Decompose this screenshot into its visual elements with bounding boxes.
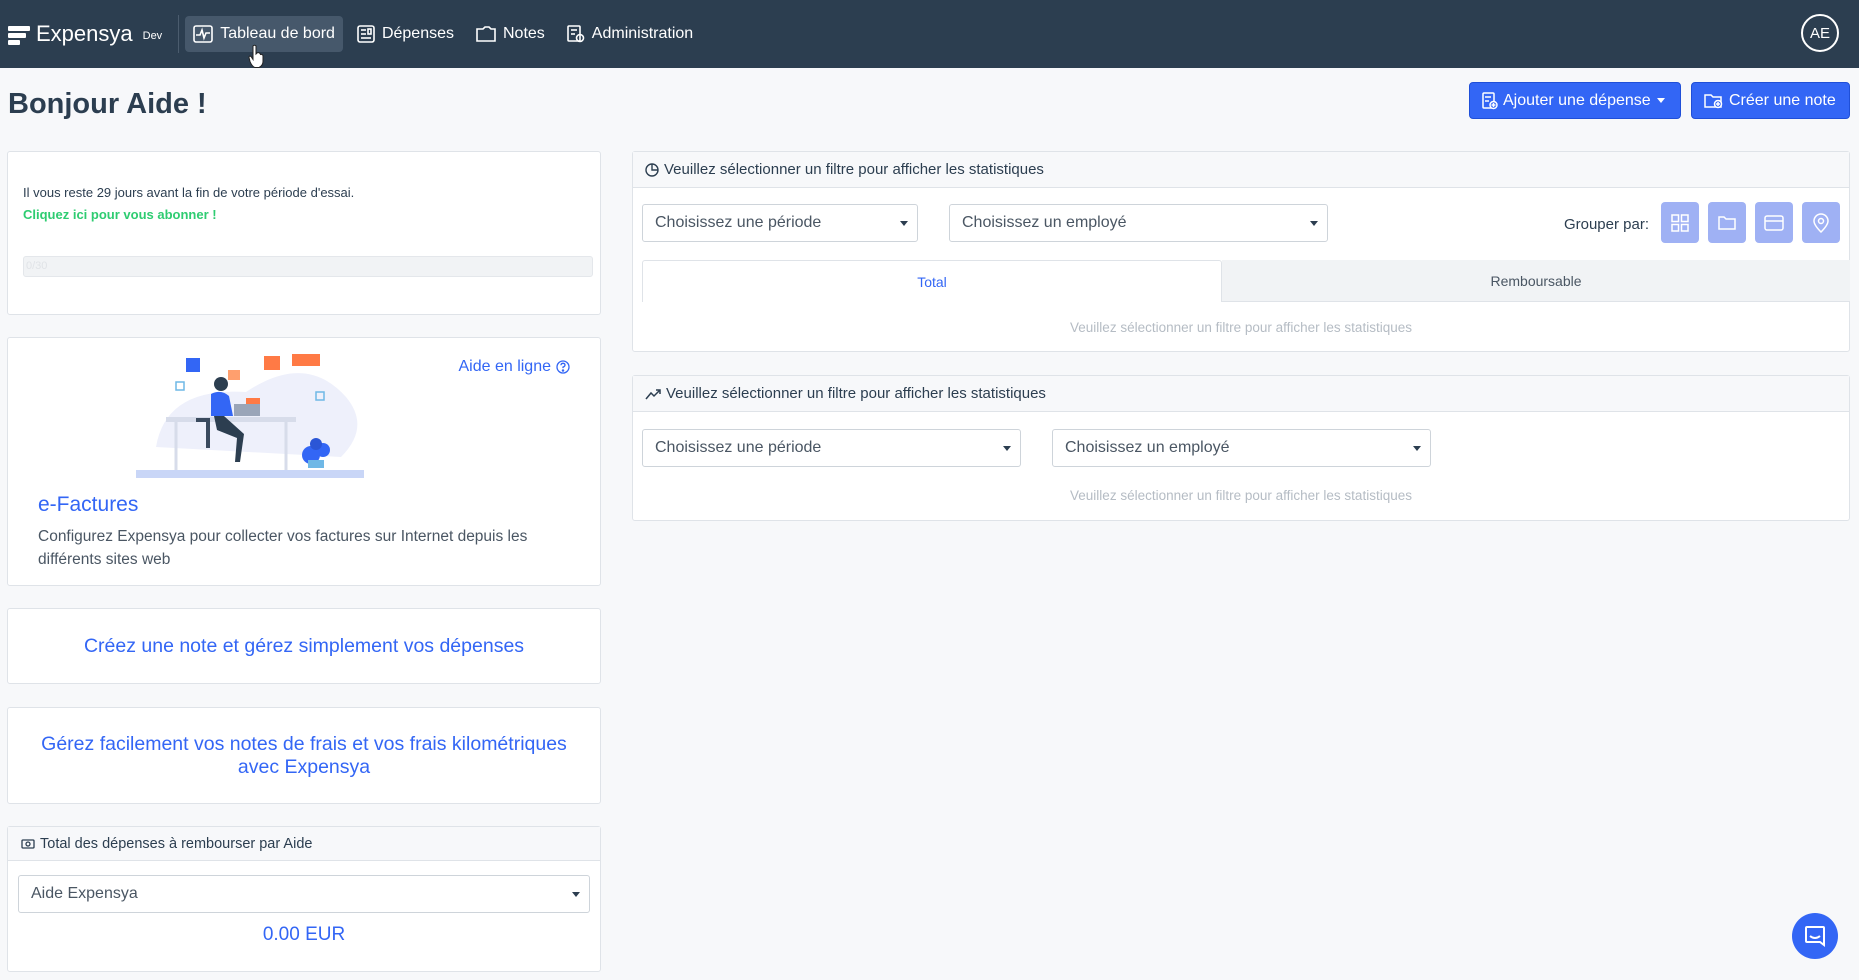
employee-placeholder: Choisissez un employé — [1065, 439, 1230, 456]
create-note-promo-text: Créez une note et gérez simplement vos d… — [83, 634, 525, 657]
group-by-location-button[interactable] — [1802, 202, 1840, 243]
hand-cursor-icon — [248, 44, 264, 68]
folder-icon — [1718, 215, 1736, 230]
chevron-down-icon — [1310, 221, 1318, 226]
nav-item-label: Tableau de bord — [220, 25, 335, 42]
stats-panel-title: Veuillez sélectionner un filtre pour aff… — [664, 161, 1044, 178]
trial-progress-bar: 0/30 — [23, 256, 593, 277]
period-select[interactable]: Choisissez une période — [642, 204, 918, 242]
efactures-description: Configurez Expensya pour collecter vos f… — [38, 528, 528, 568]
tab-reimbursable-label: Remboursable — [1490, 272, 1582, 289]
chevron-down-icon — [1003, 446, 1011, 451]
group-by-payment-button[interactable] — [1755, 202, 1793, 243]
create-note-button[interactable]: Créer une note — [1691, 82, 1850, 119]
reimburse-card: Total des dépenses à rembourser par Aide… — [7, 826, 601, 972]
expensya-logo-icon — [8, 23, 30, 45]
expensya-promo[interactable]: Gérez facilement vos notes de frais et v… — [7, 707, 601, 804]
admin-icon — [566, 25, 585, 43]
stats-panel-trend: Veuillez sélectionner un filtre pour aff… — [632, 375, 1850, 521]
folder-icon — [476, 26, 496, 42]
chevron-down-icon — [900, 221, 908, 226]
stats-panel-categories: Veuillez sélectionner un filtre pour aff… — [632, 151, 1850, 352]
create-note-promo[interactable]: Créez une note et gérez simplement vos d… — [7, 608, 601, 684]
question-circle-icon — [556, 360, 570, 374]
add-expense-label: Ajouter une dépense — [1503, 91, 1651, 109]
reimburse-card-header: Total des dépenses à rembourser par Aide — [8, 827, 600, 861]
tab-total-label: Total — [917, 273, 947, 290]
page-title: Bonjour Aide ! — [8, 88, 207, 120]
env-badge: Dev — [142, 30, 163, 42]
add-folder-icon — [1704, 93, 1723, 108]
chevron-down-icon — [1656, 98, 1665, 103]
grid-icon — [1671, 213, 1689, 232]
map-pin-icon — [1813, 212, 1829, 233]
nav-item-expenses[interactable]: Dépenses — [349, 16, 462, 52]
create-note-label: Créer une note — [1729, 91, 1836, 109]
add-receipt-icon — [1482, 91, 1498, 109]
period-placeholder: Choisissez une période — [655, 439, 822, 456]
stats-panel-header: Veuillez sélectionner un filtre pour aff… — [633, 152, 1849, 188]
stats-panel-header: Veuillez sélectionner un filtre pour aff… — [633, 376, 1849, 412]
stats-panel-title: Veuillez sélectionner un filtre pour aff… — [666, 385, 1046, 402]
top-navbar: Expensya Dev Tableau de bord Dépenses No… — [0, 0, 1859, 68]
nav-item-dashboard[interactable]: Tableau de bord — [185, 16, 343, 52]
user-avatar[interactable]: AE — [1801, 14, 1839, 52]
efactures-illustration-icon — [136, 354, 364, 478]
employee-placeholder: Choisissez un employé — [962, 214, 1127, 231]
trial-card: Il vous reste 29 jours avant la fin de v… — [7, 151, 601, 315]
pie-chart-icon — [645, 162, 659, 177]
trending-up-icon — [645, 388, 661, 399]
money-icon — [21, 838, 35, 849]
chat-support-button[interactable] — [1792, 913, 1838, 959]
group-by-category-button[interactable] — [1661, 202, 1699, 243]
nav-divider — [178, 15, 180, 53]
reimburse-card-title: Total des dépenses à rembourser par Aide — [40, 835, 313, 852]
online-help-label: Aide en ligne — [458, 358, 551, 375]
period-select[interactable]: Choisissez une période — [642, 429, 1021, 467]
reimburse-amount: 0.00 EUR — [262, 924, 346, 945]
trial-text: Il vous reste 29 jours avant la fin de v… — [23, 185, 355, 200]
efactures-card: Aide en ligne e-Factures Configurez Expe… — [7, 337, 601, 586]
efactures-title[interactable]: e-Factures — [38, 493, 138, 517]
chevron-down-icon — [1413, 446, 1421, 451]
receipt-icon — [357, 25, 375, 43]
dashboard-icon — [193, 25, 213, 43]
nav-item-label: Administration — [591, 25, 694, 42]
reimburse-user-select[interactable]: Aide Expensya — [18, 875, 590, 913]
employee-select[interactable]: Choisissez un employé — [1052, 429, 1431, 467]
credit-card-icon — [1764, 214, 1784, 231]
stats-empty-message: Veuillez sélectionner un filtre pour aff… — [1070, 320, 1412, 335]
tab-total[interactable]: Total — [642, 260, 1222, 302]
chat-icon — [1805, 926, 1825, 947]
reimburse-user-value: Aide Expensya — [31, 885, 138, 902]
employee-select[interactable]: Choisissez un employé — [949, 204, 1328, 242]
subscribe-link[interactable]: Cliquez ici pour vous abonner ! — [23, 207, 217, 222]
stats-empty-message: Veuillez sélectionner un filtre pour aff… — [1070, 488, 1412, 503]
nav-item-label: Dépenses — [381, 25, 454, 42]
brand-name: Expensya — [36, 21, 133, 46]
nav-item-label: Notes — [503, 25, 545, 42]
expensya-promo-text: Gérez facilement vos notes de frais et v… — [41, 732, 567, 778]
chevron-down-icon — [572, 892, 580, 897]
group-by-label: Grouper par: — [1563, 216, 1649, 233]
period-placeholder: Choisissez une période — [655, 214, 822, 231]
nav-item-administration[interactable]: Administration — [559, 16, 701, 52]
online-help-link[interactable]: Aide en ligne — [458, 358, 570, 376]
nav-item-notes[interactable]: Notes — [468, 16, 553, 52]
brand[interactable]: Expensya Dev — [8, 0, 178, 68]
group-by-note-button[interactable] — [1708, 202, 1746, 243]
add-expense-button[interactable]: Ajouter une dépense — [1469, 82, 1681, 119]
progress-label: 0/30 — [26, 260, 48, 272]
tab-reimbursable[interactable]: Remboursable — [1222, 260, 1850, 302]
